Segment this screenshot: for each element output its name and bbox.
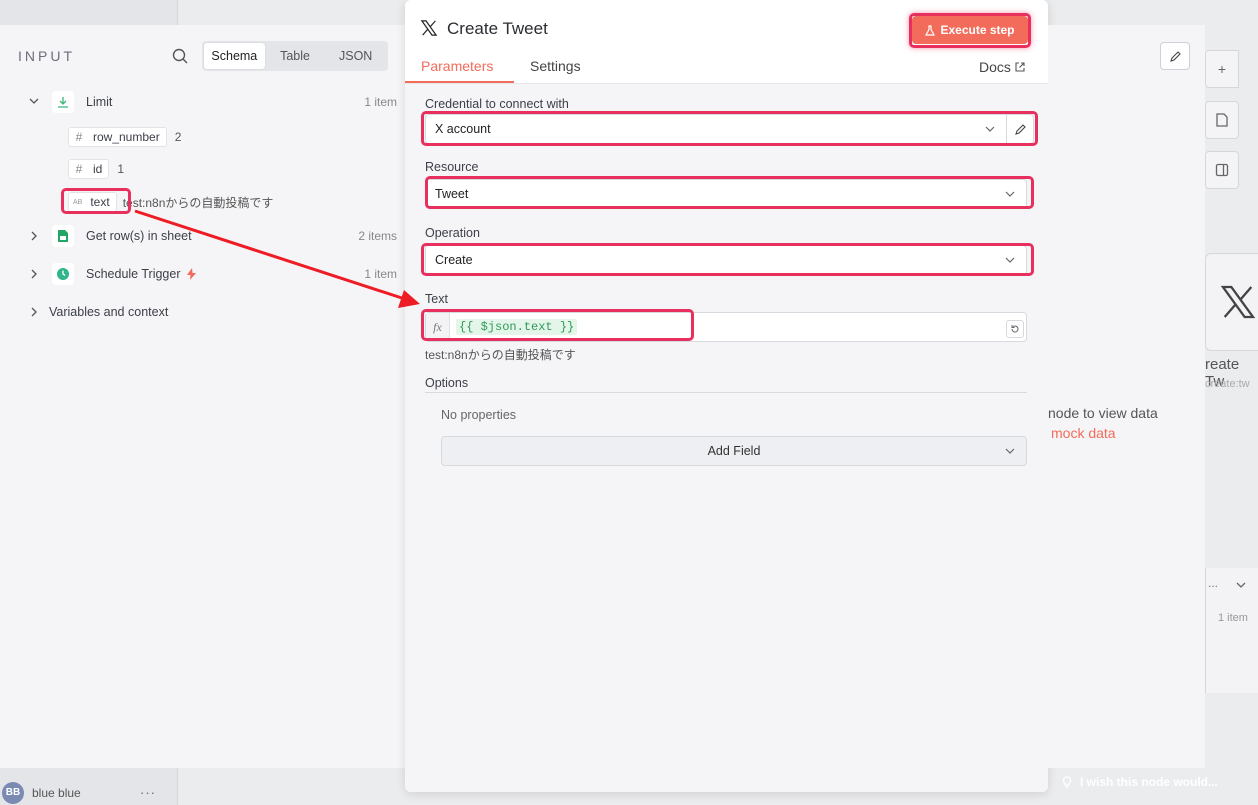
drag-arrow bbox=[134, 209, 420, 308]
